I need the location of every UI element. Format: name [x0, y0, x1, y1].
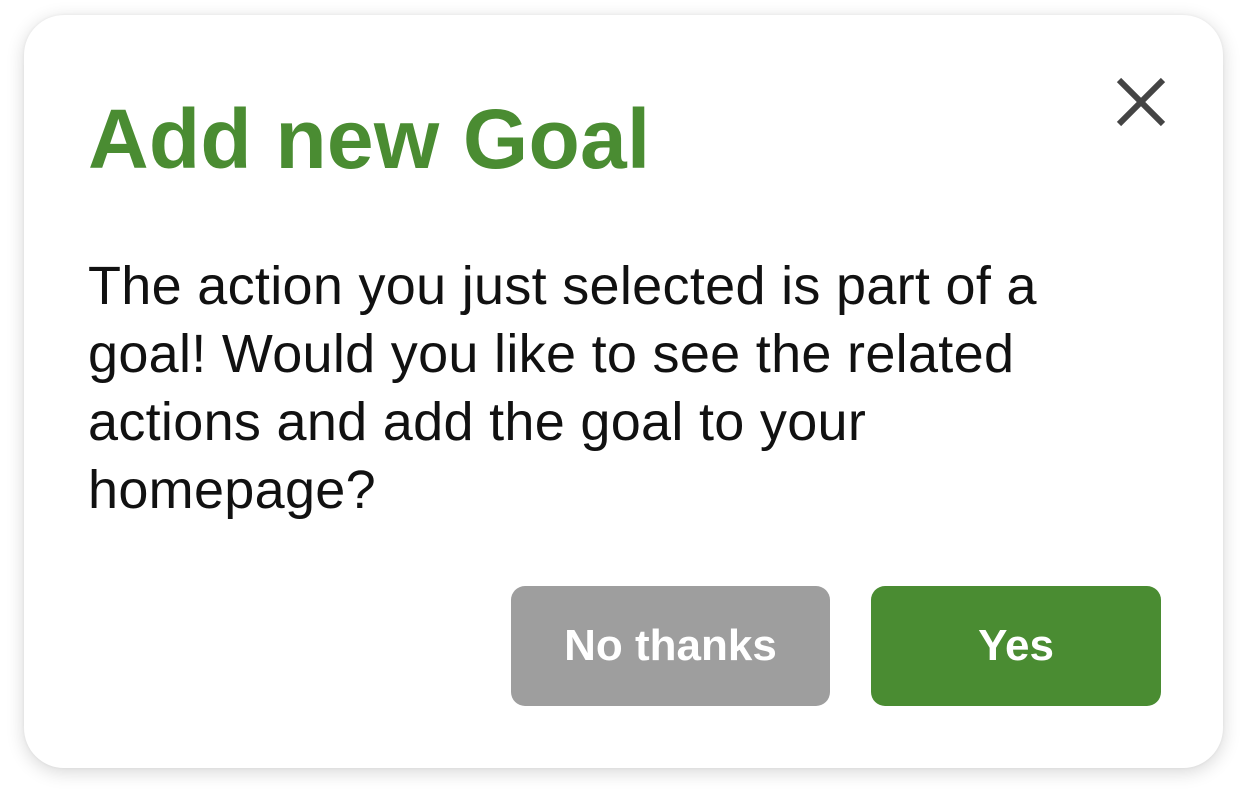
add-goal-dialog: Add new Goal The action you just selecte…	[24, 15, 1223, 768]
close-icon	[1116, 77, 1166, 127]
no-thanks-button[interactable]: No thanks	[511, 586, 830, 706]
close-button[interactable]	[1111, 72, 1171, 132]
dialog-message: The action you just selected is part of …	[88, 256, 1037, 520]
yes-button[interactable]: Yes	[871, 586, 1161, 706]
dialog-title: Add new Goal	[88, 92, 651, 186]
